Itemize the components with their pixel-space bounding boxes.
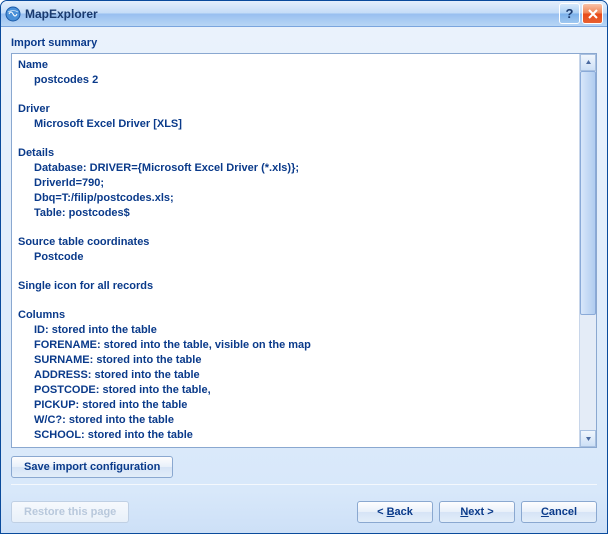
cancel-button[interactable]: Cancel [521,501,597,523]
help-button[interactable]: ? [559,3,580,24]
summary-frame: Name postcodes 2 Driver Microsoft Excel … [11,53,597,448]
driver-value: Microsoft Excel Driver [XLS] [18,117,573,132]
details-line: Database: DRIVER={Microsoft Excel Driver… [18,161,573,176]
details-line: DriverId=790; [18,176,573,191]
dialog-body: Import summary Name postcodes 2 Driver M… [1,27,607,491]
details-line: Table: postcodes$ [18,206,573,221]
coords-value: Postcode [18,250,573,265]
config-button-row: Save import configuration [11,448,597,480]
summary-text: Name postcodes 2 Driver Microsoft Excel … [12,54,579,447]
column-line: ADDRESS: stored into the table [18,368,573,383]
name-label: Name [18,58,573,73]
column-line: ID: stored into the table [18,323,573,338]
save-import-config-button[interactable]: Save import configuration [11,456,173,478]
column-line: SURNAME: stored into the table [18,353,573,368]
vertical-scrollbar[interactable] [579,54,596,447]
titlebar: MapExplorer ? [1,1,607,27]
scroll-track[interactable] [580,71,596,430]
icon-mode-label: Single icon for all records [18,279,573,294]
details-label: Details [18,146,573,161]
driver-label: Driver [18,102,573,117]
details-line: Dbq=T:/filip/postcodes.xls; [18,191,573,206]
columns-label: Columns [18,308,573,323]
scroll-thumb[interactable] [580,71,596,315]
dialog-window: MapExplorer ? Import summary Name postco… [0,0,608,534]
column-line: SCHOOL: stored into the table [18,428,573,443]
close-button[interactable] [582,3,603,24]
column-line: FORENAME: stored into the table, visible… [18,338,573,353]
separator [11,484,597,485]
scroll-down-button[interactable] [580,430,596,447]
column-line: PICKUP: stored into the table [18,398,573,413]
back-button[interactable]: < Back [357,501,433,523]
section-title: Import summary [11,37,597,49]
name-value: postcodes 2 [18,73,573,88]
restore-page-button: Restore this page [11,501,129,523]
column-line: POSTCODE: stored into the table, [18,383,573,398]
next-button[interactable]: Next > [439,501,515,523]
dialog-footer: Restore this page < Back Next > Cancel [1,491,607,533]
scroll-up-button[interactable] [580,54,596,71]
app-icon [5,6,21,22]
window-title: MapExplorer [25,7,557,21]
column-line: W/C?: stored into the table [18,413,573,428]
coords-label: Source table coordinates [18,235,573,250]
